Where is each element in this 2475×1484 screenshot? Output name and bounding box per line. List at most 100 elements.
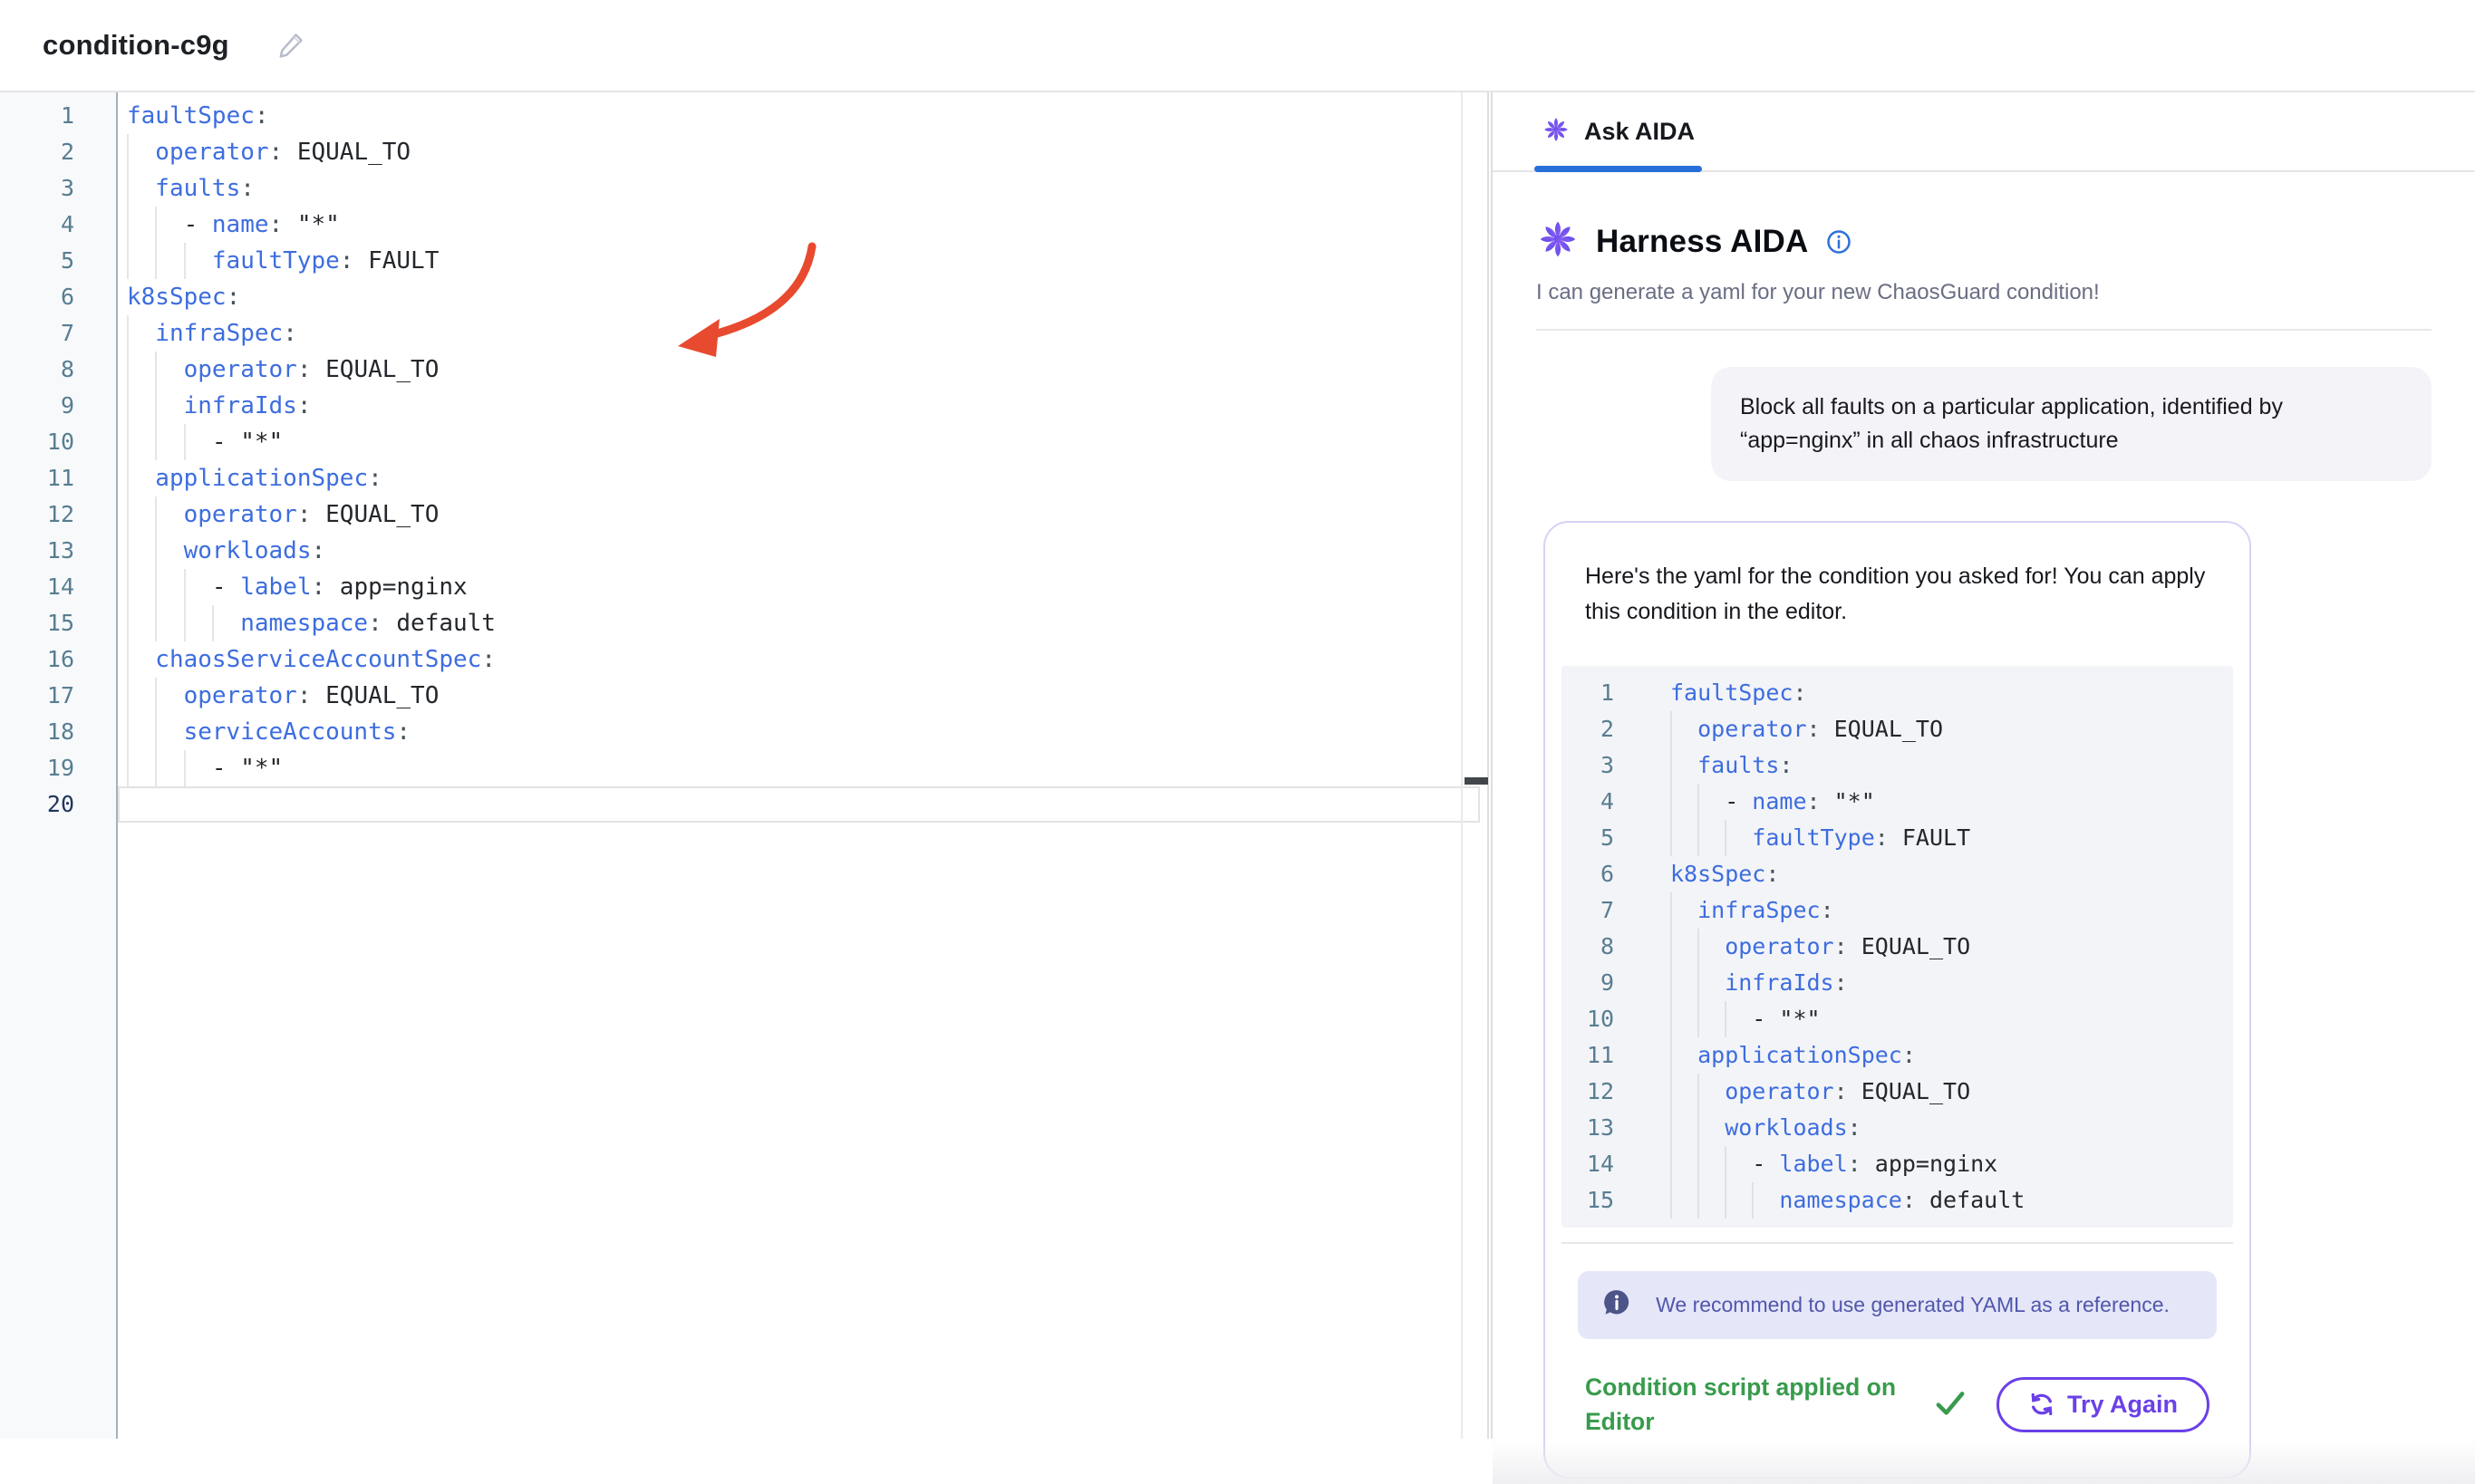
code-line-content: applicationSpec: <box>1638 1037 2233 1074</box>
cursor-position-marker <box>1465 777 1488 785</box>
code-line: 14- label: app=nginx <box>0 569 1487 605</box>
code-line: 2operator: EQUAL_TO <box>0 134 1487 170</box>
code-line-content: k8sSpec: <box>1638 856 2233 892</box>
code-line: 13workloads: <box>0 533 1487 569</box>
code-line-content: infraSpec: <box>1638 892 2233 929</box>
condition-applied-status: Condition script applied on Editor <box>1585 1370 1911 1439</box>
line-number: 9 <box>1561 965 1638 1001</box>
line-number: 6 <box>0 279 118 315</box>
code-line-content: - name: "*" <box>1638 784 2233 820</box>
code-line: 5faultType: FAULT <box>1561 820 2233 856</box>
aida-panel-body: Harness AIDA I can generate a yaml for y… <box>1493 217 2475 1484</box>
code-line-content: - "*" <box>118 750 1487 786</box>
code-line-content: applicationSpec: <box>118 460 1487 496</box>
code-line: 1faultSpec: <box>0 98 1487 134</box>
tab-ask-aida-label: Ask AIDA <box>1584 118 1695 146</box>
line-number: 11 <box>0 460 118 496</box>
line-number: 16 <box>0 641 118 678</box>
line-number: 18 <box>0 714 118 750</box>
line-number: 6 <box>1561 856 1638 892</box>
code-line: 4- name: "*" <box>0 207 1487 243</box>
code-line-content: serviceAccounts: <box>118 714 1487 750</box>
editor-overview-ruler <box>1461 92 1463 1439</box>
code-line-content: faults: <box>118 170 1487 207</box>
line-number: 5 <box>1561 820 1638 856</box>
line-number: 7 <box>0 315 118 352</box>
check-icon <box>1931 1383 1969 1426</box>
code-line: 8operator: EQUAL_TO <box>0 352 1487 388</box>
line-number: 4 <box>1561 784 1638 820</box>
tab-ask-aida[interactable]: Ask AIDA <box>1534 92 1702 170</box>
aida-flower-icon <box>1536 217 1580 265</box>
code-line-content: faults: <box>1638 747 2233 784</box>
code-line-content: - label: app=nginx <box>118 569 1487 605</box>
code-line: 7infraSpec: <box>0 315 1487 352</box>
code-line-content: operator: EQUAL_TO <box>118 496 1487 533</box>
info-bubble-icon <box>1601 1287 1632 1323</box>
line-number: 8 <box>1561 929 1638 965</box>
code-line: 15namespace: default <box>1561 1182 2233 1219</box>
line-number: 10 <box>0 424 118 460</box>
editor-code-area[interactable]: 1faultSpec:2operator: EQUAL_TO3faults:4-… <box>0 98 1487 823</box>
code-line-content: operator: EQUAL_TO <box>118 678 1487 714</box>
line-number: 12 <box>1561 1074 1638 1110</box>
code-line: 5faultType: FAULT <box>0 243 1487 279</box>
code-line-content: namespace: default <box>118 605 1487 641</box>
line-number: 13 <box>0 533 118 569</box>
aida-flower-icon <box>1542 115 1571 149</box>
code-line-content: operator: EQUAL_TO <box>118 352 1487 388</box>
code-line-content: operator: EQUAL_TO <box>1638 711 2233 747</box>
line-number: 12 <box>0 496 118 533</box>
code-line: 6k8sSpec: <box>1561 856 2233 892</box>
code-line: 6k8sSpec: <box>0 279 1487 315</box>
code-line-content: workloads: <box>1638 1110 2233 1146</box>
line-number: 10 <box>1561 1001 1638 1037</box>
try-again-button[interactable]: Try Again <box>1996 1377 2209 1432</box>
refresh-icon <box>2028 1391 2055 1418</box>
pencil-icon <box>276 29 307 63</box>
line-number: 19 <box>0 750 118 786</box>
code-line: 1faultSpec: <box>1561 675 2233 711</box>
code-line: 9infraIds: <box>1561 965 2233 1001</box>
code-line-content: chaosServiceAccountSpec: <box>118 641 1487 678</box>
info-icon[interactable] <box>1825 228 1852 255</box>
line-number: 5 <box>0 243 118 279</box>
code-line: 15namespace: default <box>0 605 1487 641</box>
code-line-content: faultType: FAULT <box>1638 820 2233 856</box>
aida-subtitle: I can generate a yaml for your new Chaos… <box>1536 280 2431 305</box>
code-line-content: faultType: FAULT <box>118 243 1487 279</box>
try-again-label: Try Again <box>2067 1391 2178 1419</box>
code-line: 17operator: EQUAL_TO <box>0 678 1487 714</box>
code-line: 11applicationSpec: <box>1561 1037 2233 1074</box>
page-header: condition-c9g <box>0 0 2475 92</box>
divider <box>1536 329 2431 331</box>
line-number: 14 <box>1561 1146 1638 1182</box>
code-line: 19- "*" <box>0 750 1487 786</box>
code-line-content: infraIds: <box>118 388 1487 424</box>
code-line-content: k8sSpec: <box>118 279 1487 315</box>
yaml-editor[interactable]: 1faultSpec:2operator: EQUAL_TO3faults:4-… <box>0 92 1489 1439</box>
recommendation-banner: We recommend to use generated YAML as a … <box>1578 1271 2217 1339</box>
code-line: 20 <box>0 786 1487 823</box>
line-number: 1 <box>0 98 118 134</box>
code-line-content: workloads: <box>118 533 1487 569</box>
line-number: 1 <box>1561 675 1638 711</box>
line-number: 3 <box>0 170 118 207</box>
aida-heading: Harness AIDA <box>1596 224 1809 260</box>
line-number: 8 <box>0 352 118 388</box>
page-title: condition-c9g <box>43 29 229 62</box>
code-line-content: faultSpec: <box>1638 675 2233 711</box>
code-line-content: faultSpec: <box>118 98 1487 134</box>
code-line-content: infraIds: <box>1638 965 2233 1001</box>
edit-title-button[interactable] <box>276 29 307 63</box>
code-line-content: infraSpec: <box>118 315 1487 352</box>
code-line: 10- "*" <box>0 424 1487 460</box>
line-number: 17 <box>0 678 118 714</box>
code-line: 3faults: <box>0 170 1487 207</box>
code-line: 3faults: <box>1561 747 2233 784</box>
code-line-content <box>118 786 1480 823</box>
line-number: 13 <box>1561 1110 1638 1146</box>
code-line: 10- "*" <box>1561 1001 2233 1037</box>
line-number: 4 <box>0 207 118 243</box>
aida-response-card: Here's the yaml for the condition you as… <box>1543 521 2251 1479</box>
